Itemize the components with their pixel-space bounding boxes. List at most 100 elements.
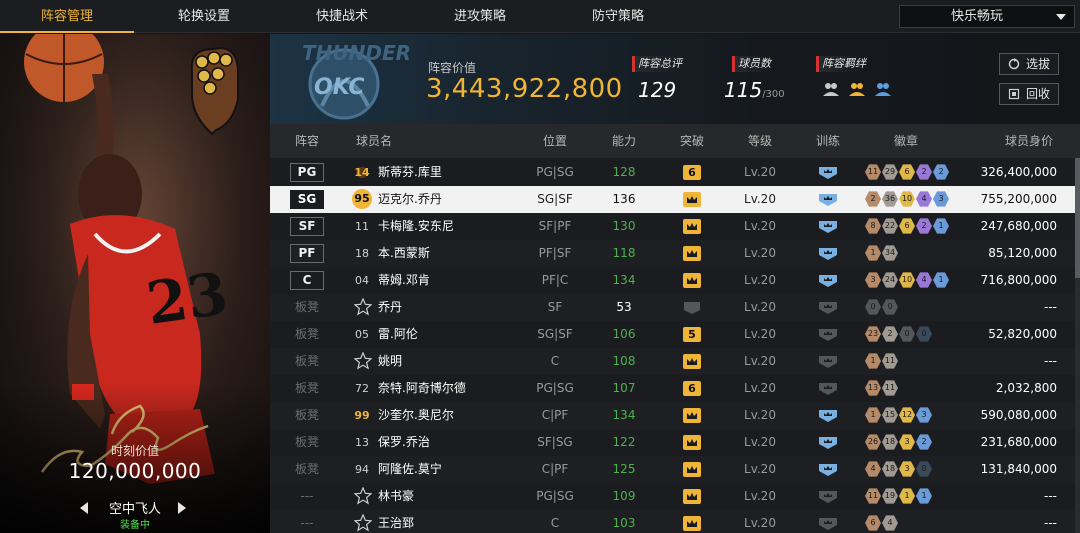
mode-select[interactable]: 快乐畅玩 xyxy=(899,5,1075,28)
moment-card[interactable]: 23 时刻价值 120,000,000 空中飞人 装备中 xyxy=(0,34,270,533)
crown-icon xyxy=(683,246,701,261)
mode-select-value: 快乐畅玩 xyxy=(950,9,1003,24)
badge-list[interactable]: 3 24 10 4 1 xyxy=(865,272,950,289)
player-level: Lv.20 xyxy=(744,408,776,422)
badge-list[interactable]: 26 18 3 2 xyxy=(865,434,933,451)
lineup-slot[interactable]: 板凳 xyxy=(290,402,324,429)
crown-icon xyxy=(683,435,701,450)
championship-rings-icon xyxy=(190,46,239,136)
scrollbar-thumb[interactable] xyxy=(1075,158,1080,278)
lineup-slot[interactable]: C xyxy=(290,271,324,290)
player-level: Lv.20 xyxy=(744,327,776,341)
lineup-slot[interactable]: 板凳 xyxy=(290,375,324,402)
player-value: 326,400,000 xyxy=(980,165,1057,179)
player-value: 231,680,000 xyxy=(980,435,1057,449)
table-row[interactable]: SG 95 迈克尔.乔丹 SG|SF 136 Lv.20 2 36 10 4 3 755,200,00… xyxy=(270,186,1075,213)
lineup-slot[interactable]: PG xyxy=(290,163,324,182)
player-name: 王治郅 xyxy=(378,516,415,530)
scout-button-label: 选拔 xyxy=(1025,57,1050,71)
training-icon xyxy=(819,518,837,530)
badge: 26 xyxy=(865,434,881,450)
table-row[interactable]: --- 王治郅 C 103 Lv.20 6 4 --- xyxy=(270,510,1075,533)
lineup-slot[interactable]: --- xyxy=(290,510,324,533)
tab-quick-tactics[interactable]: 快捷战术 xyxy=(274,0,410,33)
lineup-slot[interactable]: SF xyxy=(290,217,324,236)
table-row[interactable]: --- 林书豪 PG|SG 109 Lv.20 11 19 1 1 --- xyxy=(270,483,1075,510)
player-level: Lv.20 xyxy=(744,219,776,233)
player-value: 755,200,000 xyxy=(980,192,1057,206)
lineup-slot[interactable]: --- xyxy=(290,483,324,510)
svg-text:THUNDER: THUNDER xyxy=(302,41,411,65)
badge-list[interactable]: 64 xyxy=(865,515,899,532)
tab-lineup[interactable]: 阵容管理 xyxy=(0,0,134,33)
badge-list[interactable]: 11 19 1 1 xyxy=(865,488,933,505)
badge-list[interactable]: 13 11 xyxy=(865,380,899,397)
player-value: 52,820,000 xyxy=(988,327,1057,341)
player-ability: 128 xyxy=(612,165,636,179)
table-row[interactable]: 板凳 72 奈特.阿奇博尔德 PG|SG 107 6 Lv.20 13 11 2,032,800 xyxy=(270,375,1075,402)
lineup-slot[interactable]: 板凳 xyxy=(290,456,324,483)
training-icon xyxy=(819,491,837,503)
lineup-slot[interactable]: 板凳 xyxy=(290,294,324,321)
table-row[interactable]: 板凳 94 阿隆佐.莫宁 C|PF 125 Lv.20 4 18 3 0 131,840,000 xyxy=(270,456,1075,483)
badge: 11 xyxy=(882,380,898,396)
jersey-number: 04 xyxy=(355,274,369,287)
badge-list[interactable]: 4 18 3 0 xyxy=(865,461,933,478)
badge: 19 xyxy=(882,488,898,504)
table-scrollbar[interactable] xyxy=(1075,158,1080,533)
badge-list[interactable]: 1 11 xyxy=(865,353,899,370)
lineup-slot[interactable]: 板凳 xyxy=(290,321,324,348)
training-icon xyxy=(819,302,837,314)
table-row[interactable]: 板凳 99 沙奎尔.奥尼尔 C|PF 134 Lv.20 1 15 12 3 590,080,000 xyxy=(270,402,1075,429)
recall-button[interactable]: 回收 xyxy=(999,83,1059,105)
badge: 2 xyxy=(882,326,898,342)
badge: 1 xyxy=(916,488,932,504)
moment-value-label: 时刻价值 xyxy=(110,444,159,458)
badge: 3 xyxy=(899,434,915,450)
player-level: Lv.20 xyxy=(744,192,776,206)
badge-list[interactable]: 2 36 10 4 3 xyxy=(865,191,950,208)
table-row[interactable]: C 04 蒂姆.邓肯 PF|C 134 Lv.20 3 24 10 4 1 716,800,000 xyxy=(270,267,1075,294)
player-position: PG|SG xyxy=(536,381,574,395)
tab-offense[interactable]: 进攻策略 xyxy=(410,0,550,33)
player-level: Lv.20 xyxy=(744,381,776,395)
breakthrough-level: 6 xyxy=(683,165,701,180)
table-row[interactable]: PF 18 本.西蒙斯 PF|SF 118 Lv.20 1 34 85,120,000 xyxy=(270,240,1075,267)
col-training: 训练 xyxy=(815,134,840,148)
table-row[interactable]: PG 14 斯蒂芬.库里 PG|SG 128 6 Lv.20 11 29 6 2 2 326,400,0… xyxy=(270,159,1075,186)
lineup-slot[interactable]: PF xyxy=(290,244,324,263)
player-level: Lv.20 xyxy=(744,462,776,476)
badge-list[interactable]: 8 22 6 2 1 xyxy=(865,218,950,235)
player-name: 林书豪 xyxy=(378,489,415,503)
table-row[interactable]: 板凳 乔丹 SF 53 Lv.20 0 0 --- xyxy=(270,294,1075,321)
crown-icon xyxy=(683,516,701,531)
badge: 8 xyxy=(865,218,881,234)
training-icon xyxy=(819,329,837,341)
tab-defense[interactable]: 防守策略 xyxy=(550,0,686,33)
chemistry-icons[interactable] xyxy=(822,80,895,100)
player-value: 131,840,000 xyxy=(980,462,1057,476)
breakthrough-level: 5 xyxy=(683,327,701,342)
badge: 6 xyxy=(899,218,915,234)
player-ability: 109 xyxy=(612,489,636,503)
badge-list[interactable]: 1 15 12 3 xyxy=(865,407,933,424)
table-row[interactable]: SF 11 卡梅隆.安东尼 SF|PF 130 Lv.20 8 22 6 2 1 247,680,00… xyxy=(270,213,1075,240)
badge: 36 xyxy=(882,191,898,207)
scout-button[interactable]: 选拔 xyxy=(999,53,1059,75)
badge-list[interactable]: 00 xyxy=(865,299,899,316)
next-card-arrow-icon[interactable] xyxy=(178,502,186,514)
table-row[interactable]: 板凳 姚明 C 108 Lv.20 1 11 --- xyxy=(270,348,1075,375)
badge: 1 xyxy=(865,407,881,423)
player-value: 2,032,800 xyxy=(995,381,1057,395)
badge-list[interactable]: 11 29 6 2 2 xyxy=(865,164,950,181)
lineup-slot[interactable]: SG xyxy=(290,190,324,209)
table-row[interactable]: 板凳 13 保罗.乔治 SF|SG 122 Lv.20 26 18 3 2 231,680,000 xyxy=(270,429,1075,456)
lineup-slot[interactable]: 板凳 xyxy=(290,429,324,456)
table-row[interactable]: 板凳 05 雷.阿伦 SG|SF 106 5 Lv.20 23 2 0 0 52,820,000 xyxy=(270,321,1075,348)
badge-list[interactable]: 23 2 0 0 xyxy=(865,326,933,343)
badge: 1 xyxy=(933,218,949,234)
badge-list[interactable]: 1 34 xyxy=(865,245,899,262)
player-position: PF|SF xyxy=(538,246,572,260)
tab-rotation[interactable]: 轮换设置 xyxy=(134,0,274,33)
lineup-slot[interactable]: 板凳 xyxy=(290,348,324,375)
